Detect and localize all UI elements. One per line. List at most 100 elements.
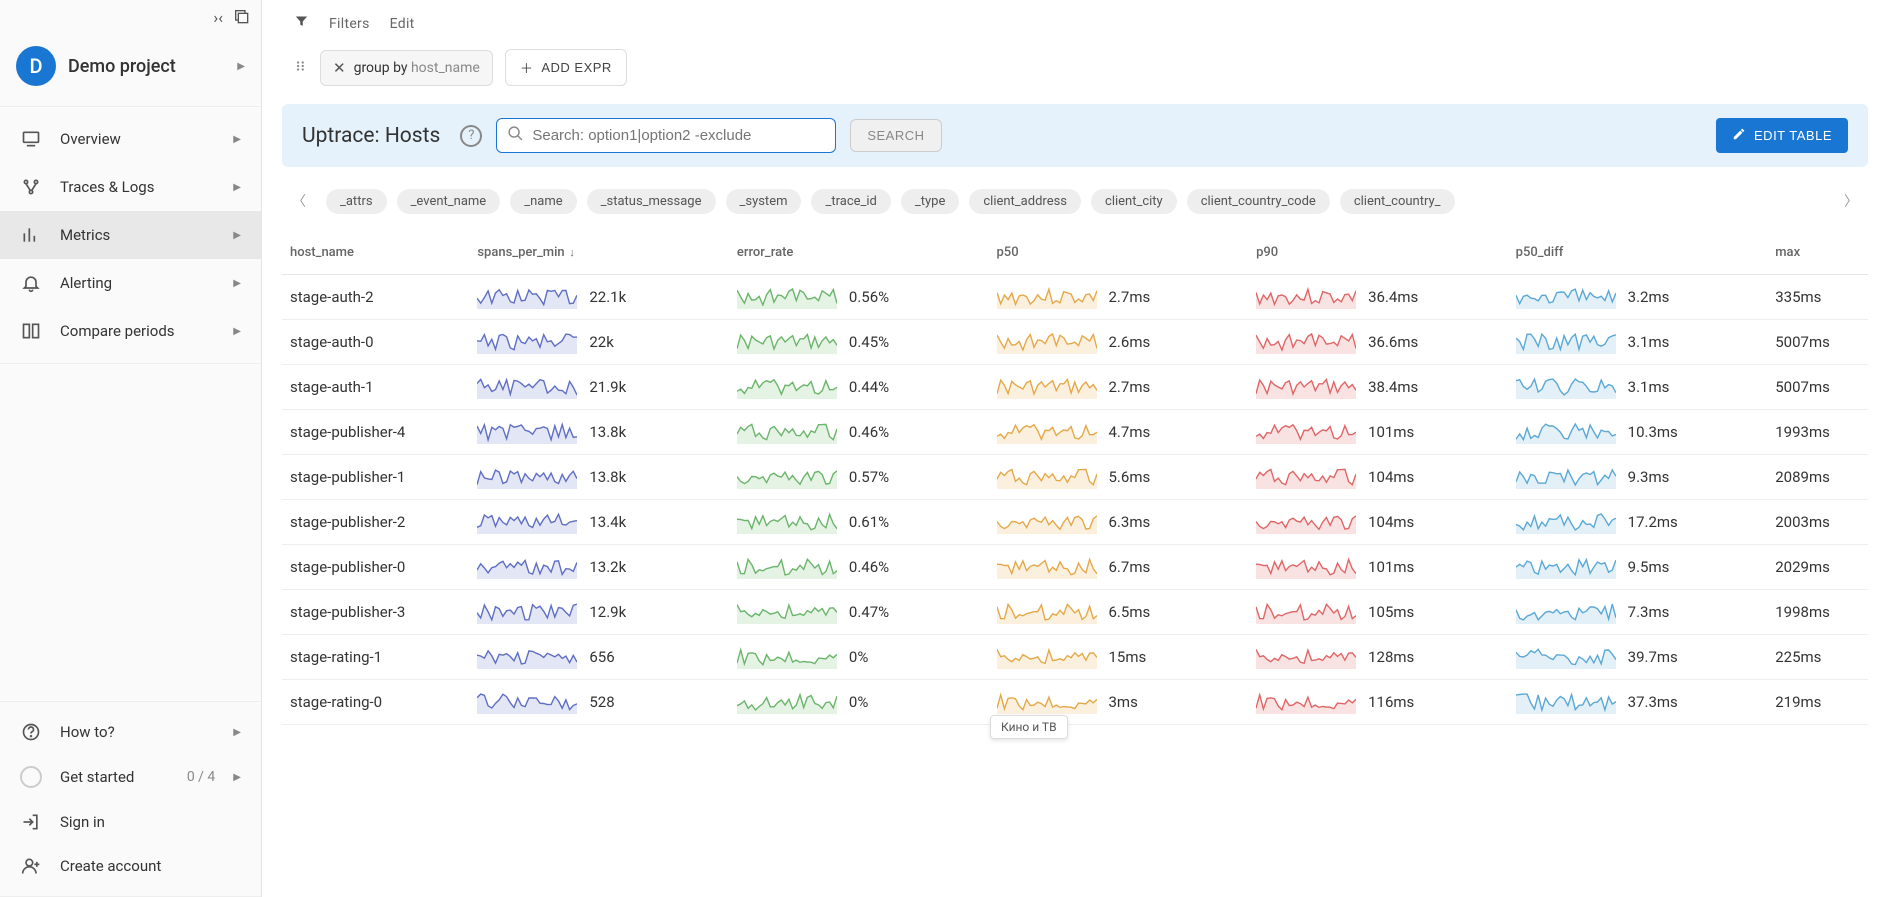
p50-cell: 6.5ms: [989, 590, 1249, 635]
table-row[interactable]: stage-publisher-113.8k0.57%5.6ms104ms9.3…: [282, 455, 1868, 500]
tag-_status_message[interactable]: _status_message: [587, 189, 716, 214]
p50_diff-cell: 37.3ms: [1508, 680, 1768, 725]
column-p50[interactable]: p50: [989, 231, 1249, 275]
cell-value: 13.8k: [589, 468, 643, 486]
cell-value: 0.56%: [849, 288, 903, 306]
cell-value: 528: [589, 693, 643, 711]
sparkline: [477, 510, 577, 534]
collapse-sidebar-icon[interactable]: ›‹: [213, 8, 223, 28]
project-name: Demo project: [68, 56, 225, 77]
nav-item-alerting[interactable]: Alerting▶: [0, 259, 261, 307]
spans_per_min-cell: 21.9k: [469, 365, 729, 410]
table-row[interactable]: stage-rating-16560%15ms128ms39.7ms225ms: [282, 635, 1868, 680]
help-icon[interactable]: ?: [460, 125, 482, 147]
p90-cell: 128ms: [1248, 635, 1508, 680]
cell-value: 13.4k: [589, 513, 643, 531]
sparkline: [997, 645, 1097, 669]
nav-item-overview[interactable]: Overview▶: [0, 115, 261, 163]
nav-item-get-started[interactable]: Get started0 / 4▶: [0, 754, 261, 800]
cell-value: 3ms: [1109, 693, 1163, 711]
main-content: Filters Edit ✕ group by host_name ＋ ADD …: [262, 0, 1888, 897]
chevron-right-icon: ▶: [237, 61, 245, 72]
spans_per_min-cell: 13.2k: [469, 545, 729, 590]
table-row[interactable]: stage-publisher-013.2k0.46%6.7ms101ms9.5…: [282, 545, 1868, 590]
filter-icon[interactable]: [294, 14, 309, 33]
max-cell: 2029ms: [1767, 545, 1868, 590]
column-p50_diff[interactable]: p50_diff: [1508, 231, 1768, 275]
cell-value: 21.9k: [589, 378, 643, 396]
error_rate-cell: 0.46%: [729, 545, 989, 590]
project-selector[interactable]: D Demo project ▶: [0, 36, 261, 106]
filters-link[interactable]: Filters: [329, 16, 370, 32]
search-button[interactable]: SEARCH: [850, 119, 941, 152]
cell-value: 104ms: [1368, 468, 1422, 486]
edit-table-button[interactable]: EDIT TABLE: [1716, 118, 1848, 153]
cell-value: 116ms: [1368, 693, 1422, 711]
sparkline: [1256, 375, 1356, 399]
column-max[interactable]: max: [1767, 231, 1868, 275]
scroll-left-icon[interactable]: 〈: [282, 185, 316, 217]
cell-value: 0.44%: [849, 378, 903, 396]
tag-client_country_code[interactable]: client_country_code: [1187, 189, 1330, 214]
p50-cell: 2.7ms: [989, 275, 1249, 320]
tag-client_country_[interactable]: client_country_: [1340, 189, 1455, 214]
nav-item-how-to-[interactable]: How to?▶: [0, 710, 261, 754]
tag-client_address[interactable]: client_address: [969, 189, 1081, 214]
table-row[interactable]: stage-auth-022k0.45%2.6ms36.6ms3.1ms5007…: [282, 320, 1868, 365]
sparkline: [997, 285, 1097, 309]
cell-value: 36.6ms: [1368, 333, 1422, 351]
tag-_attrs[interactable]: _attrs: [326, 189, 387, 214]
spans_per_min-cell: 528: [469, 680, 729, 725]
tag-_trace_id[interactable]: _trace_id: [811, 189, 890, 214]
search-input[interactable]: [532, 127, 825, 144]
sparkline: [1256, 645, 1356, 669]
signin-icon: [20, 812, 42, 832]
sparkline: [1516, 330, 1616, 354]
edit-link[interactable]: Edit: [390, 16, 415, 32]
close-icon[interactable]: ✕: [333, 59, 346, 77]
drag-handle-icon[interactable]: [294, 59, 308, 77]
cell-value: 37.3ms: [1628, 693, 1682, 711]
tag-_event_name[interactable]: _event_name: [397, 189, 501, 214]
pencil-icon: [1732, 127, 1746, 144]
sparkline: [737, 330, 837, 354]
sparkline: [997, 600, 1097, 624]
nav-item-create-account[interactable]: Create account: [0, 844, 261, 888]
tag-_system[interactable]: _system: [726, 189, 802, 214]
scroll-right-icon[interactable]: 〉: [1834, 185, 1868, 217]
tag-_type[interactable]: _type: [901, 189, 959, 214]
add-expr-button[interactable]: ＋ ADD EXPR: [505, 49, 627, 86]
table-row[interactable]: stage-publisher-413.8k0.46%4.7ms101ms10.…: [282, 410, 1868, 455]
nav-item-metrics[interactable]: Metrics▶: [0, 211, 261, 259]
table-row[interactable]: stage-rating-05280%3ms116ms37.3ms219ms: [282, 680, 1868, 725]
windows-icon[interactable]: [233, 8, 249, 28]
column-error_rate[interactable]: error_rate: [729, 231, 989, 275]
nav-item-sign-in[interactable]: Sign in: [0, 800, 261, 844]
group-by-chip[interactable]: ✕ group by host_name: [320, 50, 493, 86]
tag-_name[interactable]: _name: [510, 189, 576, 214]
column-spans_per_min[interactable]: spans_per_min ↓: [469, 231, 729, 275]
column-host_name[interactable]: host_name: [282, 231, 469, 275]
cell-value: 9.5ms: [1628, 558, 1682, 576]
table-row[interactable]: stage-auth-222.1k0.56%2.7ms36.4ms3.2ms33…: [282, 275, 1868, 320]
table-row[interactable]: stage-auth-121.9k0.44%2.7ms38.4ms3.1ms50…: [282, 365, 1868, 410]
sparkline: [1516, 420, 1616, 444]
cell-value: 2.6ms: [1109, 333, 1163, 351]
sparkline: [997, 420, 1097, 444]
max-cell: 225ms: [1767, 635, 1868, 680]
cell-value: 3.2ms: [1628, 288, 1682, 306]
attributes-tags-row: 〈 _attrs _event_name _name _status_message _…: [282, 179, 1868, 223]
sparkline: [1256, 285, 1356, 309]
search-box[interactable]: [496, 118, 836, 153]
nav-item-traces-logs[interactable]: Traces & Logs▶: [0, 163, 261, 211]
nav-item-compare-periods[interactable]: Compare periods▶: [0, 307, 261, 355]
column-p90[interactable]: p90: [1248, 231, 1508, 275]
sparkline: [1256, 330, 1356, 354]
sparkline: [477, 375, 577, 399]
table-row[interactable]: stage-publisher-312.9k0.47%6.5ms105ms7.3…: [282, 590, 1868, 635]
table-row[interactable]: stage-publisher-213.4k0.61%6.3ms104ms17.…: [282, 500, 1868, 545]
cell-value: 12.9k: [589, 603, 643, 621]
sparkline: [477, 420, 577, 444]
tag-client_city[interactable]: client_city: [1091, 189, 1177, 214]
cell-value: 9.3ms: [1628, 468, 1682, 486]
